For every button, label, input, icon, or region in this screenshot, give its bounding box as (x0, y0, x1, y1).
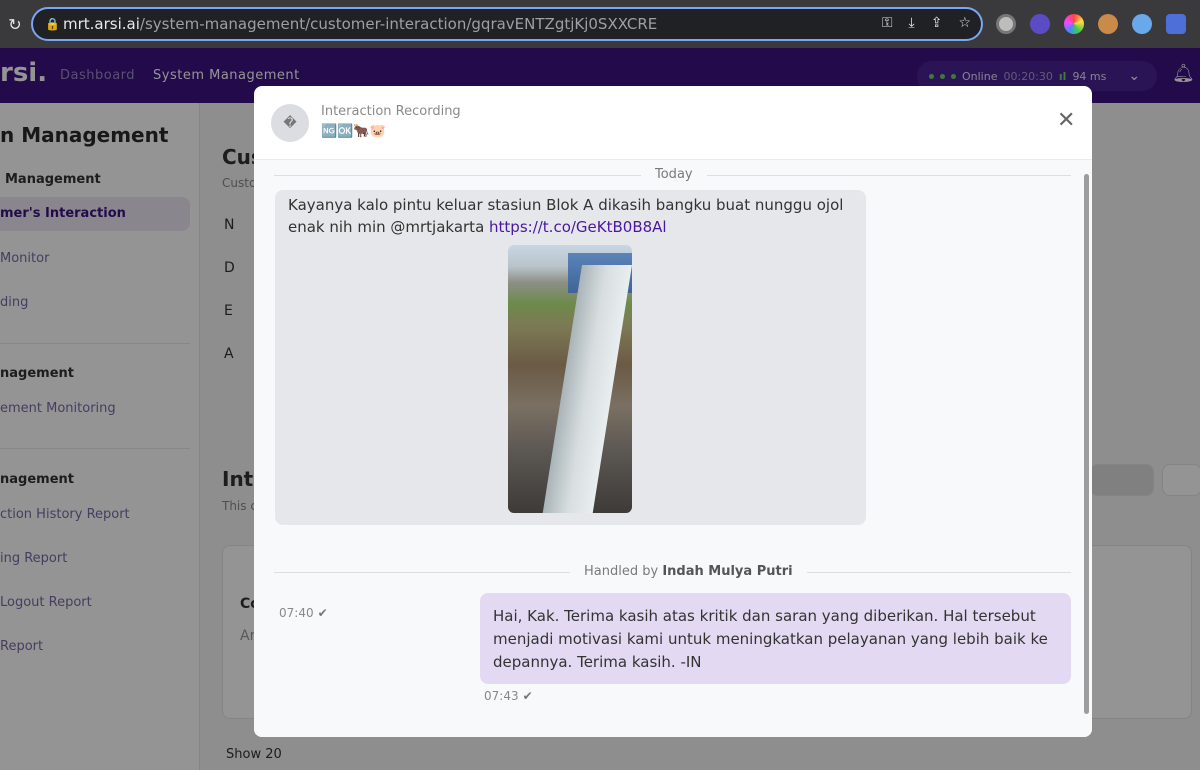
check-icon: ✔ (522, 689, 533, 703)
photo-railing (542, 265, 632, 513)
outgoing-message-text: Hai, Kak. Terima kasih atas kritik dan s… (493, 607, 1048, 671)
chat-thread: Today Kayanya kalo pintu keluar stasiun … (254, 160, 1092, 737)
attached-photo[interactable] (508, 245, 632, 513)
day-label: Today (641, 167, 707, 182)
handled-prefix: Handled by (584, 564, 659, 579)
modal-subtitle: 🆖🆗🐂🐷 (321, 124, 386, 139)
interaction-recording-modal: � Interaction Recording 🆖🆗🐂🐷 ✕ Today Kay… (254, 86, 1092, 737)
outgoing-time: 07:43 ✔ (484, 689, 533, 703)
extension-icon[interactable] (1064, 14, 1084, 34)
incoming-message: Kayanya kalo pintu keluar stasiun Blok A… (275, 190, 866, 525)
url-text[interactable]: mrt.arsi.ai/system-management/customer-i… (63, 15, 657, 33)
extension-icon[interactable] (1030, 14, 1050, 34)
download-icon[interactable]: ⤓ (909, 15, 915, 31)
avatar: � (271, 104, 309, 142)
share-icon[interactable]: ⇪ (931, 15, 943, 31)
check-icon: ✔ (317, 606, 328, 620)
incoming-message-text: Kayanya kalo pintu keluar stasiun Blok A… (288, 194, 858, 238)
time-text: 07:43 (484, 689, 519, 703)
extensions-bar (996, 14, 1186, 34)
url-path: /system-management/customer-interaction/… (139, 15, 658, 33)
scrollbar[interactable] (1084, 174, 1089, 714)
extension-icon[interactable] (1166, 14, 1186, 34)
message-link[interactable]: https://t.co/GeKtB0B8Al (489, 218, 667, 236)
outgoing-message: Hai, Kak. Terima kasih atas kritik dan s… (480, 593, 1071, 684)
close-icon[interactable]: ✕ (1057, 110, 1075, 132)
cookie-icon[interactable] (1098, 14, 1118, 34)
modal-header: � Interaction Recording 🆖🆗🐂🐷 ✕ (254, 86, 1092, 160)
handled-by-label: Handled by Indah Mulya Putri (570, 564, 807, 579)
extension-icon[interactable] (1132, 14, 1152, 34)
lock-icon[interactable]: 🔒 (45, 17, 63, 31)
modal-title: Interaction Recording (321, 104, 461, 119)
reload-icon[interactable]: ↻ (0, 15, 30, 34)
star-icon[interactable]: ☆ (958, 15, 971, 31)
browser-chrome: ↻ 🔒 mrt.arsi.ai/system-management/custom… (0, 0, 1200, 48)
key-icon[interactable]: ⚿ (882, 15, 893, 31)
time-text: 07:40 (279, 606, 314, 620)
url-domain: mrt.arsi.ai (63, 15, 140, 33)
address-bar[interactable]: 🔒 mrt.arsi.ai/system-management/customer… (31, 7, 983, 41)
incoming-time: 07:40 ✔ (279, 606, 328, 620)
extension-icon[interactable] (996, 14, 1016, 34)
agent-name: Indah Mulya Putri (662, 564, 793, 579)
